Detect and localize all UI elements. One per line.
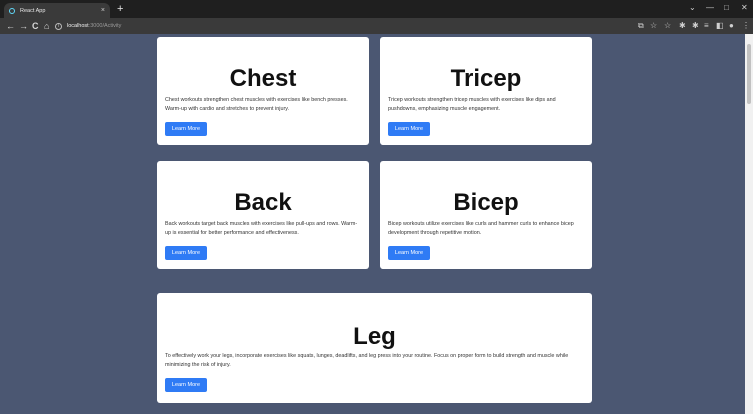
back-icon[interactable]: ← xyxy=(6,20,15,32)
bookmark-star-icon[interactable]: ☆ xyxy=(650,21,657,31)
learn-more-button[interactable]: Learn More xyxy=(388,246,430,260)
site-info-icon[interactable]: i xyxy=(55,22,62,30)
share-icon[interactable]: ⧉ xyxy=(638,21,644,31)
url-host: localhost xyxy=(67,23,89,29)
activity-card-back: Back Back workouts target back muscles w… xyxy=(157,161,369,269)
learn-more-button[interactable]: Learn More xyxy=(165,122,207,136)
puzzle-icon[interactable]: ✱ xyxy=(692,21,699,31)
card-description: Bicep workouts utilize exercises like cu… xyxy=(388,221,574,236)
activity-card-leg: Leg To effectively work your legs, incor… xyxy=(157,293,592,403)
sidebar-icon[interactable]: ◧ xyxy=(716,21,724,31)
reload-icon[interactable]: C xyxy=(32,20,39,32)
extension-icon[interactable]: ✱ xyxy=(679,21,686,31)
forward-icon[interactable]: → xyxy=(19,20,28,32)
address-bar[interactable]: i localhost :3000/Activity xyxy=(55,20,625,32)
card-title: Chest xyxy=(229,65,297,92)
react-favicon-icon xyxy=(9,7,15,14)
browser-toolbar: ← → C ⌂ i localhost :3000/Activity ⧉ ☆ ☆… xyxy=(0,18,753,34)
card-description: Back workouts target back muscles with e… xyxy=(165,221,358,236)
bookmark-filled-icon[interactable]: ☆ xyxy=(664,21,671,31)
url-path: :3000/Activity xyxy=(88,23,122,29)
activity-card-bicep: Bicep Bicep workouts utilize exercises l… xyxy=(380,161,592,269)
card-title: Leg xyxy=(353,323,396,350)
page-viewport: Chest Chest workouts strengthen chest mu… xyxy=(0,34,745,414)
learn-more-button[interactable]: Learn More xyxy=(165,378,207,392)
home-icon[interactable]: ⌂ xyxy=(44,20,49,32)
menu-icon[interactable]: ⋮ xyxy=(742,21,750,31)
activity-card-chest: Chest Chest workouts strengthen chest mu… xyxy=(157,37,369,145)
card-description: To effectively work your legs, incorpora… xyxy=(165,353,569,368)
tab-search-icon[interactable]: ⌄ xyxy=(689,2,696,14)
minimize-icon[interactable]: — xyxy=(706,2,714,14)
close-window-icon[interactable]: ✕ xyxy=(741,2,748,14)
browser-titlebar: React App × + ⌄ — □ ✕ xyxy=(0,0,753,18)
learn-more-button[interactable]: Learn More xyxy=(165,246,207,260)
profile-avatar-icon[interactable]: ● xyxy=(729,21,734,31)
new-tab-button[interactable]: + xyxy=(117,3,123,15)
card-description: Tricep workouts strengthen tricep muscle… xyxy=(388,97,556,112)
activity-card-tricep: Tricep Tricep workouts strengthen tricep… xyxy=(380,37,592,145)
browser-tab[interactable]: React App × xyxy=(4,3,110,18)
learn-more-button[interactable]: Learn More xyxy=(388,122,430,136)
tab-title: React App xyxy=(20,7,46,14)
tab-close-icon[interactable]: × xyxy=(101,7,105,14)
page-scrollbar[interactable] xyxy=(745,34,753,414)
card-description: Chest workouts strengthen chest muscles … xyxy=(165,97,348,112)
scrollbar-thumb[interactable] xyxy=(747,44,751,104)
maximize-icon[interactable]: □ xyxy=(724,2,729,14)
card-title: Back xyxy=(234,189,292,216)
card-title: Bicep xyxy=(453,189,519,216)
card-title: Tricep xyxy=(450,65,522,92)
media-icon[interactable]: ≡ xyxy=(704,21,709,31)
